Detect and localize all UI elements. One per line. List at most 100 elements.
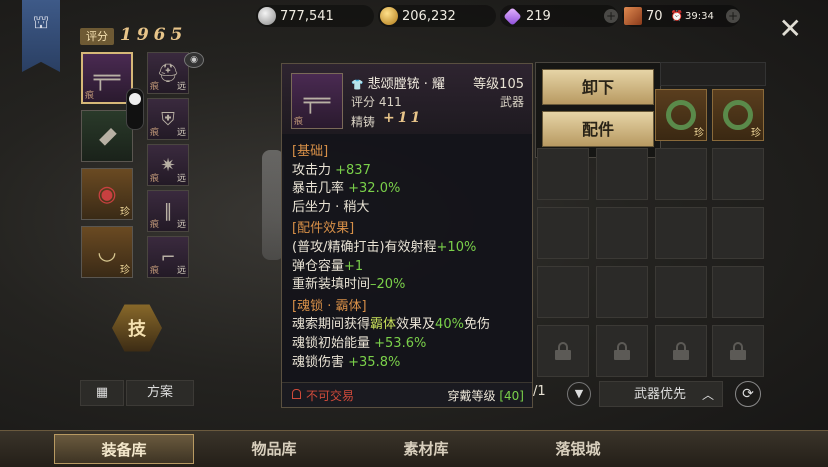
unequip-button[interactable]: 卸下: [542, 69, 654, 105]
equip-slot-necklace[interactable]: ◡ 珍: [81, 226, 133, 278]
tab-equipment[interactable]: 装备库: [54, 434, 194, 464]
stat-row: 魂锁初始能量 +53.6%: [292, 335, 427, 351]
slot-mark-tag: 痕: [150, 220, 160, 230]
item-tooltip: ╤═ 痕 👕 悲颂膛铳 · 耀 等级105 评分 411 武器 精铸 +11 […: [281, 63, 533, 408]
gold-value: 206,232: [402, 8, 456, 24]
slot-far-tag: 远: [176, 82, 186, 92]
tooltip-footer: 不可交易 穿戴等级 [40]: [282, 382, 532, 407]
lock-icon: [292, 389, 301, 399]
lock-icon: [555, 342, 571, 360]
section-basic: [基础]: [292, 144, 329, 159]
armor-slot-legs[interactable]: ∥ 痕 远: [147, 190, 189, 232]
score-value: 1965: [120, 25, 188, 45]
tooltip-body: [基础] 攻击力 +837 暴击几率 +32.0% 后坐力 · 稍大 [配件效果…: [292, 140, 528, 372]
slot-mark-tag: 痕: [150, 82, 160, 92]
inventory-header-bar: [660, 62, 766, 86]
parts-button[interactable]: 配件: [542, 111, 654, 147]
refine-value: +11: [383, 110, 424, 126]
inventory-slot[interactable]: [655, 207, 707, 259]
sort-filter-select[interactable]: 武器优先 ︿: [599, 381, 723, 407]
inventory-slot[interactable]: [596, 266, 648, 318]
close-icon[interactable]: ✕: [779, 15, 802, 43]
item-level: 等级105: [473, 77, 524, 92]
silver-currency: 777,541: [256, 5, 374, 27]
lock-icon: [673, 342, 689, 360]
item-name-text: 悲颂膛铳 · 耀: [367, 77, 445, 92]
add-stamina-button[interactable]: +: [726, 9, 740, 23]
tab-items[interactable]: 物品库: [204, 434, 344, 464]
slot-mark-tag: 痕: [150, 266, 160, 276]
inventory-slot[interactable]: [655, 148, 707, 200]
armor-slot-feet[interactable]: ⌐ 痕 远: [147, 236, 189, 278]
lock-icon: [730, 342, 746, 360]
plan-button[interactable]: 方案: [126, 380, 194, 406]
lock-icon: [614, 342, 630, 360]
stat-row: 魂锁伤害 +35.8%: [292, 354, 401, 370]
page-dropdown-button[interactable]: ▼: [567, 382, 591, 406]
silver-value: 777,541: [280, 8, 334, 24]
stat-row: 攻击力 +837: [292, 162, 371, 178]
refine-label: 精铸: [351, 115, 376, 129]
skill-label: 技: [128, 319, 146, 340]
inventory-slot[interactable]: 珍: [655, 89, 707, 141]
grid-icon: ▦: [95, 385, 109, 400]
inventory-slot[interactable]: [712, 207, 764, 259]
stat-row: 魂索期间获得霸体效果及40%免伤: [292, 317, 490, 333]
refresh-icon[interactable]: ⟳: [735, 381, 761, 407]
gold-currency: 206,232: [378, 5, 496, 27]
armor-slot-shoulder[interactable]: ✷ 痕 远: [147, 144, 189, 186]
gold-coin-icon: [380, 7, 398, 25]
armor-shirt-icon: 👕: [351, 80, 364, 91]
add-diamond-button[interactable]: +: [604, 9, 618, 23]
item-type: 武器: [499, 95, 524, 109]
armor-slot-chest[interactable]: ⛨ 痕 远: [147, 98, 189, 140]
tooltip-icon-tag: 痕: [294, 117, 304, 127]
inventory-slot[interactable]: [537, 148, 589, 200]
stamina-currency: 70 ⏰ 39:34 +: [622, 5, 740, 27]
chevron-up-icon: ︿: [701, 388, 714, 402]
appearance-toggle[interactable]: [126, 88, 144, 130]
diamond-currency: 219 +: [500, 5, 618, 27]
inventory-slot[interactable]: [712, 266, 764, 318]
equip-slot-ring[interactable]: ◉ 珍: [81, 168, 133, 220]
section-soul: [魂锁 · 霸体]: [292, 298, 367, 314]
inventory-slot[interactable]: [596, 148, 648, 200]
tab-luoyin-city[interactable]: 落银城: [508, 434, 648, 464]
slot-mark-tag: 痕: [85, 91, 95, 101]
stat-row: 重新装填时间–20%: [292, 277, 406, 293]
stat-row: (普攻/精确打击)有效射程+10%: [292, 239, 477, 255]
clock-icon: ⏰: [670, 10, 683, 22]
locked-slot: [537, 325, 589, 377]
item-score: 评分 411: [351, 95, 402, 109]
tab-materials[interactable]: 素材库: [356, 434, 496, 464]
eye-icon[interactable]: ◉: [184, 52, 204, 68]
stamina-value: 70: [646, 8, 663, 24]
stat-row: 后坐力 · 稍大: [292, 199, 370, 215]
stat-row: 弹仓容量+1: [292, 258, 364, 274]
locked-slot: [655, 325, 707, 377]
slot-rare-tag: 珍: [120, 207, 130, 218]
slot-far-tag: 远: [176, 174, 186, 184]
slot-far-tag: 远: [176, 220, 186, 230]
tooltip-item-icon: ╤═ 痕: [291, 73, 343, 129]
inventory-slot[interactable]: [537, 266, 589, 318]
grid-view-button[interactable]: ▦: [80, 380, 124, 406]
diamond-value: 219: [526, 8, 551, 24]
ring-icon: [666, 100, 696, 130]
score-label: 评分: [80, 28, 114, 45]
guild-banner[interactable]: [22, 0, 60, 72]
slot-mark-tag: 痕: [150, 174, 160, 184]
inventory-slot[interactable]: [596, 207, 648, 259]
inventory-slot[interactable]: [537, 207, 589, 259]
castle-icon: ⛫: [32, 12, 50, 33]
inventory-slot[interactable]: [712, 148, 764, 200]
locked-slot: [712, 325, 764, 377]
action-menu: 卸下 配件: [535, 62, 661, 158]
skill-button[interactable]: 技: [112, 303, 162, 353]
locked-slot: [596, 325, 648, 377]
slot-far-tag: 远: [176, 128, 186, 138]
inventory-slot[interactable]: 珍: [712, 89, 764, 141]
inventory-slot[interactable]: [655, 266, 707, 318]
armor-slot-helmet[interactable]: ⛑ 痕 远: [147, 52, 189, 94]
stamina-book-icon: [624, 7, 642, 25]
